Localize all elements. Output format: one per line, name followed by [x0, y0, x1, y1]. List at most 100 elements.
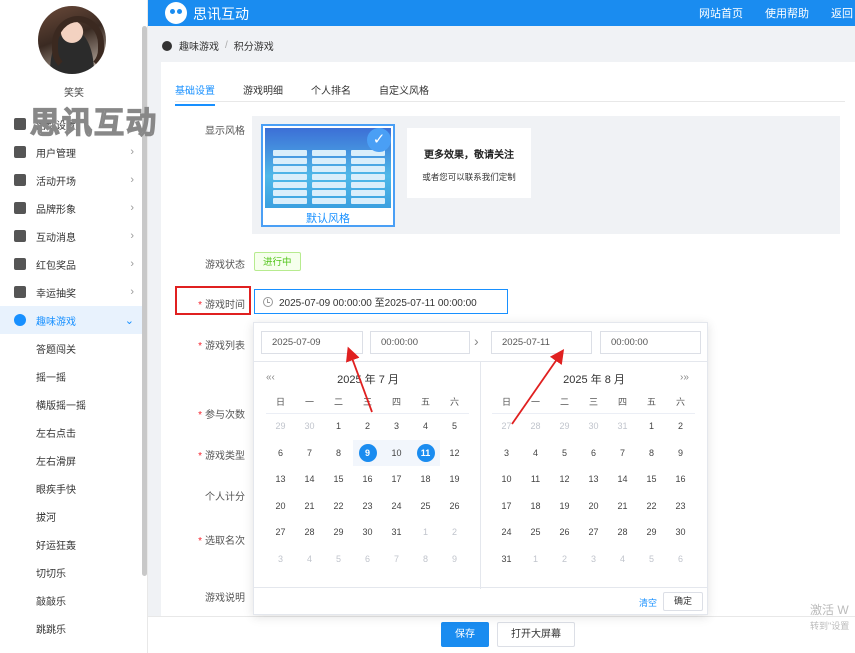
calendar-day-selected[interactable]: 9: [353, 439, 382, 466]
calendar-day[interactable]: 27: [579, 519, 608, 546]
calendar-day[interactable]: 8: [637, 440, 666, 467]
calendar-day[interactable]: 1: [637, 413, 666, 440]
calendar-day[interactable]: 6: [666, 546, 695, 573]
calendar-day[interactable]: 23: [353, 493, 382, 520]
calendar-day[interactable]: 19: [550, 493, 579, 520]
calendar-day[interactable]: 30: [353, 519, 382, 546]
calendar-day[interactable]: 26: [550, 519, 579, 546]
calendar-day[interactable]: 17: [492, 493, 521, 520]
calendar-day[interactable]: 21: [608, 493, 637, 520]
sidebar-subitem-7[interactable]: 好运狂轰: [0, 530, 147, 558]
sidebar-subitem-4[interactable]: 左右滑屏: [0, 446, 147, 474]
calendar-day[interactable]: 16: [353, 466, 382, 493]
calendar-day[interactable]: 11: [521, 466, 550, 493]
end-date-input[interactable]: 2025-07-11: [491, 331, 592, 354]
calendar-day[interactable]: 1: [521, 546, 550, 573]
sidebar-subitem-3[interactable]: 左右点击: [0, 418, 147, 446]
calendar-day[interactable]: 29: [324, 519, 353, 546]
calendar-day[interactable]: 9: [666, 440, 695, 467]
calendar-day[interactable]: 30: [666, 519, 695, 546]
calendar-day[interactable]: 5: [637, 546, 666, 573]
start-date-input[interactable]: 2025-07-09: [261, 331, 363, 354]
calendar-day[interactable]: 29: [550, 413, 579, 440]
sidebar-subitem-6[interactable]: 拔河: [0, 502, 147, 530]
sidebar-item-6[interactable]: 幸运抽奖 ›: [0, 278, 147, 306]
calendar-day[interactable]: 13: [579, 466, 608, 493]
breadcrumb-root[interactable]: 趣味游戏: [179, 38, 219, 53]
calendar-day[interactable]: 16: [666, 466, 695, 493]
calendar-day[interactable]: 14: [608, 466, 637, 493]
calendar-day[interactable]: 20: [266, 493, 295, 520]
calendar-day[interactable]: 15: [324, 466, 353, 493]
tab-game-details[interactable]: 游戏明细: [243, 82, 283, 106]
calendar-day[interactable]: 2: [353, 413, 382, 440]
calendar-day[interactable]: 6: [579, 440, 608, 467]
calendar-day[interactable]: 4: [411, 413, 440, 440]
calendar-day[interactable]: 30: [295, 413, 324, 440]
calendar-day[interactable]: 12: [550, 466, 579, 493]
calendar-day[interactable]: 7: [608, 440, 637, 467]
sidebar-subitem-0[interactable]: 答题闯关: [0, 334, 147, 362]
calendar-day-selected[interactable]: 11: [411, 439, 440, 466]
date-range-input[interactable]: 2025-07-09 00:00:00 至2025-07-11 00:00:00: [254, 289, 508, 314]
sidebar-subitem-8[interactable]: 切切乐: [0, 558, 147, 586]
home-link[interactable]: 网站首页: [699, 5, 743, 21]
calendar-day[interactable]: 21: [295, 493, 324, 520]
calendar-day[interactable]: 7: [382, 546, 411, 573]
calendar-day[interactable]: 3: [492, 440, 521, 467]
calendar-day[interactable]: 12: [440, 440, 469, 467]
calendar-day[interactable]: 24: [382, 493, 411, 520]
calendar-day[interactable]: 5: [440, 413, 469, 440]
sidebar-subitem-2[interactable]: 横版摇一摇: [0, 390, 147, 418]
calendar-day[interactable]: 13: [266, 466, 295, 493]
calendar-day[interactable]: 19: [440, 466, 469, 493]
calendar-day[interactable]: 17: [382, 466, 411, 493]
calendar-day[interactable]: 22: [637, 493, 666, 520]
calendar-day[interactable]: 18: [521, 493, 550, 520]
calendar-day[interactable]: 4: [608, 546, 637, 573]
calendar-day[interactable]: 20: [579, 493, 608, 520]
calendar-day[interactable]: 8: [411, 546, 440, 573]
calendar-day[interactable]: 3: [382, 413, 411, 440]
avatar[interactable]: [38, 6, 106, 74]
calendar-day[interactable]: 4: [295, 546, 324, 573]
start-time-input[interactable]: 00:00:00: [370, 331, 470, 354]
calendar-day[interactable]: 6: [353, 546, 382, 573]
clear-button[interactable]: 清空: [639, 596, 657, 609]
calendar-day[interactable]: 5: [324, 546, 353, 573]
calendar-day[interactable]: 30: [579, 413, 608, 440]
tab-personal-ranking[interactable]: 个人排名: [311, 82, 351, 106]
calendar-day[interactable]: 15: [637, 466, 666, 493]
calendar-day[interactable]: 25: [521, 519, 550, 546]
calendar-day[interactable]: 24: [492, 519, 521, 546]
calendar-day[interactable]: 22: [324, 493, 353, 520]
calendar-day[interactable]: 3: [266, 546, 295, 573]
save-button[interactable]: 保存: [441, 622, 489, 647]
calendar-day[interactable]: 5: [550, 440, 579, 467]
open-big-screen-button[interactable]: 打开大屏幕: [497, 622, 575, 647]
calendar-day[interactable]: 10: [492, 466, 521, 493]
sidebar-item-2[interactable]: 活动开场 ›: [0, 166, 147, 194]
calendar-day[interactable]: 8: [324, 440, 353, 467]
calendar-day[interactable]: 3: [579, 546, 608, 573]
calendar-day[interactable]: 29: [266, 413, 295, 440]
sidebar-subitem-5[interactable]: 眼疾手快: [0, 474, 147, 502]
help-link[interactable]: 使用帮助: [765, 5, 809, 21]
default-style-card[interactable]: ✓ 默认风格: [261, 124, 395, 227]
calendar-day[interactable]: 4: [521, 440, 550, 467]
calendar-day[interactable]: 27: [492, 413, 521, 440]
sidebar-subitem-10[interactable]: 跳跳乐: [0, 614, 147, 642]
calendar-day[interactable]: 23: [666, 493, 695, 520]
calendar-day[interactable]: 10: [382, 439, 411, 466]
calendar-day[interactable]: 2: [550, 546, 579, 573]
calendar-day[interactable]: 18: [411, 466, 440, 493]
sidebar-item-5[interactable]: 红包奖品 ›: [0, 250, 147, 278]
calendar-day[interactable]: 2: [666, 413, 695, 440]
calendar-day[interactable]: 26: [440, 493, 469, 520]
sidebar-subitem-1[interactable]: 摇一摇: [0, 362, 147, 390]
calendar-day[interactable]: 7: [295, 440, 324, 467]
calendar-day[interactable]: 27: [266, 519, 295, 546]
calendar-day[interactable]: 14: [295, 466, 324, 493]
calendar-day[interactable]: 28: [521, 413, 550, 440]
calendar-day[interactable]: 1: [411, 519, 440, 546]
